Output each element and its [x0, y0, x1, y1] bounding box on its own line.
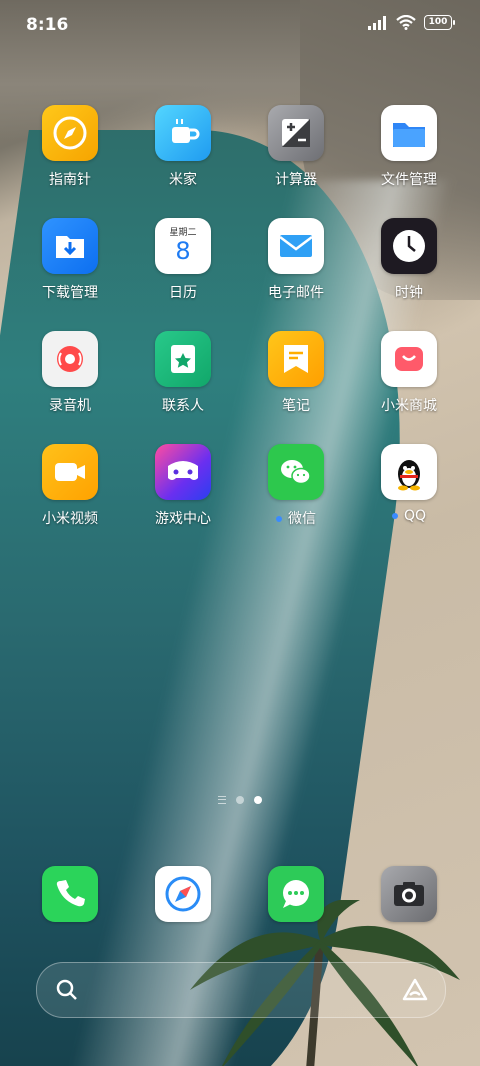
app-label: QQ: [359, 508, 459, 524]
video-icon: [42, 444, 98, 500]
app-mi-video[interactable]: 小米视频: [20, 444, 120, 528]
battery-indicator: 100: [424, 15, 455, 30]
mijia-cup-icon: [155, 105, 211, 161]
app-label: 计算器: [275, 172, 317, 188]
app-email[interactable]: 电子邮件: [246, 218, 346, 302]
mail-icon: [268, 218, 324, 274]
search-icon[interactable]: [55, 978, 79, 1002]
recorder-icon: [42, 331, 98, 387]
dock-messages[interactable]: [246, 866, 346, 922]
camera-icon: [381, 866, 437, 922]
app-label: 时钟: [395, 285, 423, 301]
dock-browser[interactable]: [133, 866, 233, 922]
page-dot[interactable]: [236, 796, 244, 804]
calendar-icon: 星期二 8: [155, 218, 211, 274]
download-icon: [42, 218, 98, 274]
app-label: 微信: [246, 508, 346, 528]
contacts-icon: [155, 331, 211, 387]
page-indicator-list-icon: [218, 796, 226, 804]
page-dot-active[interactable]: [254, 796, 262, 804]
app-label: 小米商城: [381, 398, 437, 414]
clock-icon: [381, 218, 437, 274]
status-time: 8:16: [26, 15, 69, 35]
game-center-icon: [155, 444, 211, 500]
search-bar[interactable]: [36, 962, 446, 1018]
page-indicator: [0, 796, 480, 804]
wechat-icon: [268, 444, 324, 500]
app-game-center[interactable]: 游戏中心: [133, 444, 233, 528]
compass-icon: [42, 105, 98, 161]
qq-penguin-icon: [381, 444, 437, 500]
app-label: 联系人: [162, 398, 204, 414]
app-calculator[interactable]: 计算器: [246, 105, 346, 189]
app-label: 指南针: [49, 172, 91, 188]
app-label: 下载管理: [42, 285, 98, 301]
app-wechat[interactable]: 微信: [246, 444, 346, 528]
app-label: 笔记: [282, 398, 310, 414]
status-bar: 8:16 100: [0, 0, 480, 48]
new-install-dot: [391, 513, 398, 519]
signal-icon: [368, 15, 386, 30]
app-label-text: QQ: [403, 508, 427, 524]
app-download-manager[interactable]: 下载管理: [20, 218, 120, 302]
dock-camera[interactable]: [359, 866, 459, 922]
phone-icon: [42, 866, 98, 922]
wifi-icon: [396, 15, 416, 30]
app-mi-store[interactable]: 小米商城: [359, 331, 459, 415]
app-recorder[interactable]: 录音机: [20, 331, 120, 415]
app-qq[interactable]: QQ: [359, 444, 459, 524]
new-install-dot: [276, 516, 282, 522]
dock-phone[interactable]: [20, 866, 120, 922]
app-compass[interactable]: 指南针: [20, 105, 120, 189]
app-label: 游戏中心: [155, 511, 211, 527]
app-label: 日历: [169, 285, 197, 301]
app-label: 录音机: [49, 398, 91, 414]
app-label: 电子邮件: [268, 285, 324, 301]
app-file-manager[interactable]: 文件管理: [359, 105, 459, 189]
app-label: 米家: [169, 172, 197, 188]
calculator-icon: [268, 105, 324, 161]
app-label-text: 微信: [288, 511, 316, 527]
app-clock[interactable]: 时钟: [359, 218, 459, 302]
app-calendar[interactable]: 星期二 8 日历: [133, 218, 233, 302]
app-contacts[interactable]: 联系人: [133, 331, 233, 415]
calendar-day: 8: [175, 237, 191, 265]
mi-store-icon: [381, 331, 437, 387]
notes-icon: [268, 331, 324, 387]
app-label: 小米视频: [42, 511, 98, 527]
messages-icon: [268, 866, 324, 922]
assistant-icon[interactable]: [401, 977, 429, 1003]
browser-icon: [155, 866, 211, 922]
app-mijia[interactable]: 米家: [133, 105, 233, 189]
app-notes[interactable]: 笔记: [246, 331, 346, 415]
folder-icon: [381, 105, 437, 161]
app-label: 文件管理: [381, 172, 437, 188]
